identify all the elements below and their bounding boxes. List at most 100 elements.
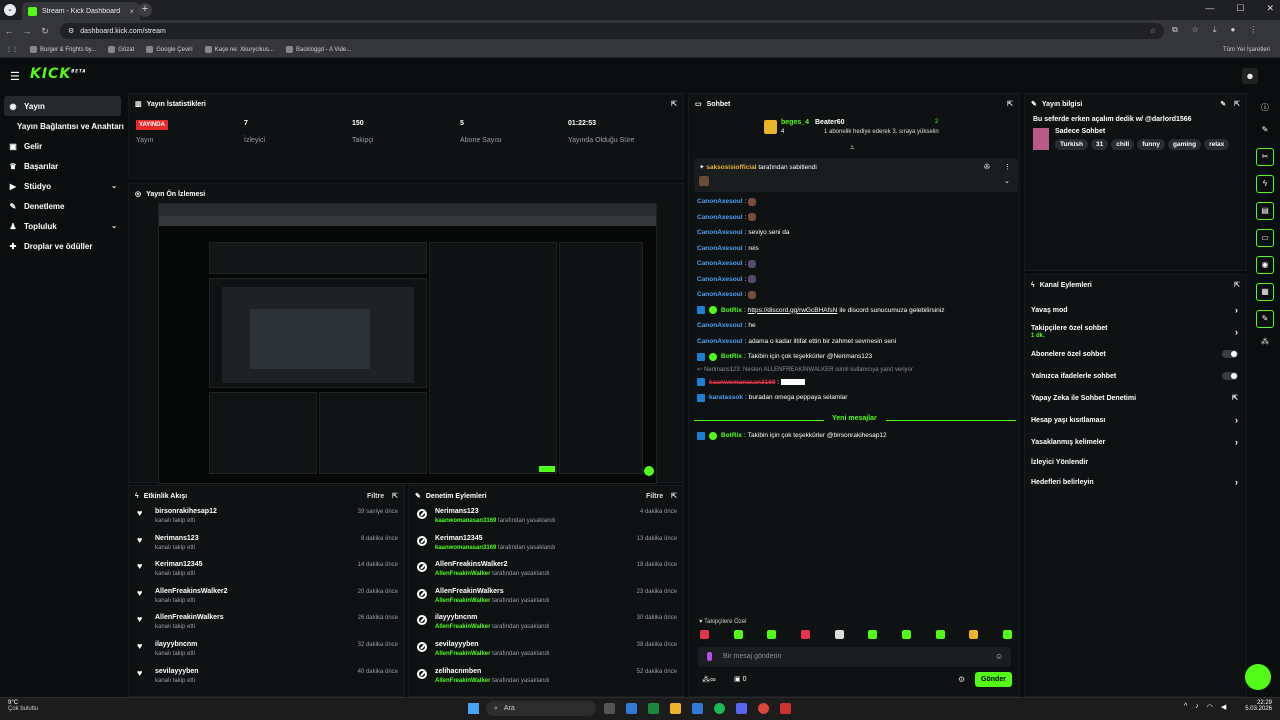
sidebar-item-moderation[interactable]: ✎ Denetleme	[0, 196, 125, 216]
edit-icon[interactable]: ✎	[1220, 100, 1226, 108]
chat-message[interactable]: CanonAxesoul: reis	[697, 241, 1020, 257]
action-goals[interactable]: Hedefleri belirleyin ›	[1025, 471, 1246, 493]
chevron-down-icon[interactable]: ⌄	[111, 182, 117, 190]
bookmark-item[interactable]: Kaçe ne: Xkurycikus...	[204, 46, 274, 53]
toggle-switch[interactable]	[1222, 372, 1238, 380]
extensions-icon[interactable]: ⧉	[1172, 25, 1178, 35]
windows-start-icon[interactable]	[468, 703, 479, 714]
new-tab-button[interactable]: +	[138, 3, 152, 17]
popout-icon[interactable]: ⇱	[1234, 281, 1240, 289]
maximize-icon[interactable]: ☐	[1236, 3, 1244, 14]
clip-icon[interactable]: ✂	[1256, 148, 1274, 166]
sidebar-item-achievements[interactable]: ♛ Başarılar	[0, 156, 125, 176]
address-bar[interactable]: ⚙ dashboard.kick.com/stream ☆	[60, 23, 1164, 39]
broadcast-icon[interactable]: ◉	[1256, 256, 1274, 274]
emote-icon[interactable]	[1002, 630, 1012, 639]
send-button[interactable]: Gönder	[975, 672, 1012, 687]
chat-message[interactable]: CanonAxesoul:	[697, 210, 1020, 226]
more-icon[interactable]: ⁂	[1250, 337, 1280, 346]
bookmark-item[interactable]: Backloggd - A Vide...	[285, 46, 351, 53]
emote-icon[interactable]	[834, 630, 844, 639]
chrome-icon[interactable]	[758, 703, 769, 714]
sidebar-item-stream-key[interactable]: Yayın Bağlantısı ve Anahtarı	[0, 116, 125, 136]
apps-icon[interactable]: ⋮⋮	[6, 46, 18, 53]
infinity-icon[interactable]: ⁂∞	[702, 675, 716, 684]
chevron-down-icon[interactable]: ⌄	[1004, 177, 1010, 185]
back-icon[interactable]: ←	[0, 26, 18, 36]
app-icon[interactable]	[780, 703, 791, 714]
action-slow-mode[interactable]: Yavaş mod ›	[1025, 299, 1246, 321]
wrench-icon[interactable]: ✎	[1256, 310, 1274, 328]
chat-message[interactable]: CanonAxesoul: adama o kadar iltifat etti…	[697, 334, 1020, 350]
action-account-age[interactable]: Hesap yaşı kısıtlaması ›	[1025, 409, 1246, 431]
taskbar-clock[interactable]: 22:29 5.03.2026	[1236, 700, 1272, 712]
bookmark-item[interactable]: Google Çeviri	[146, 46, 193, 53]
minimize-icon[interactable]: —	[1205, 3, 1214, 14]
filter-button[interactable]: Filtre	[646, 493, 663, 500]
all-bookmarks-link[interactable]: Tüm Yer İşaretleri	[1223, 47, 1270, 53]
support-chat-button[interactable]	[1245, 664, 1271, 690]
note-icon[interactable]: ▤	[1256, 202, 1274, 220]
chat-link[interactable]: https://discord.gg/rwGcBHAfsN	[748, 307, 838, 314]
toggle-switch[interactable]	[1222, 350, 1238, 358]
store-icon[interactable]	[692, 703, 703, 714]
spotify-icon[interactable]	[714, 703, 725, 714]
menu-dots-icon[interactable]: ⋮	[1249, 25, 1257, 35]
discord-icon[interactable]	[736, 703, 747, 714]
pinned-message[interactable]: ✦ saksosisiofficial tarafından sabitlend…	[694, 158, 1018, 192]
weather-widget[interactable]: 9°C Çok bulutlu	[8, 700, 38, 712]
emote-icon[interactable]	[901, 630, 911, 639]
action-ai-moderation[interactable]: Yapay Zeka ile Sohbet Denetimi ⇱	[1025, 387, 1246, 409]
action-host[interactable]: İzleyici Yönlendir	[1025, 453, 1246, 471]
chat-message[interactable]: kaanwomanasan3169:	[697, 375, 1020, 391]
bookmark-star-icon[interactable]: ☆	[1150, 27, 1156, 35]
close-window-icon[interactable]: ✕	[1266, 3, 1274, 14]
edit-icon[interactable]: ✎	[1250, 125, 1280, 134]
action-banned-words[interactable]: Yasaklanmış kelimeler ›	[1025, 431, 1246, 453]
popout-icon[interactable]: ⇱	[1007, 100, 1013, 108]
explorer-icon[interactable]	[670, 703, 681, 714]
chat-message[interactable]: BotRix: Takibin için çok teşekkürler @bi…	[697, 428, 887, 444]
user-avatar[interactable]: ☻	[1242, 68, 1258, 84]
emote-icon[interactable]	[800, 630, 810, 639]
wifi-icon[interactable]: ◠	[1207, 703, 1213, 711]
chat-message[interactable]: CanonAxesoul:	[697, 194, 1020, 210]
chat-message[interactable]: CanonAxesoul:	[697, 272, 1020, 288]
expand-icon[interactable]: ⩡	[850, 143, 855, 153]
chat-message[interactable]: CanonAxesoul: seviyo seni da	[697, 225, 1020, 241]
action-followers-only[interactable]: Takipçilere özel sohbet 1 dk. ›	[1025, 321, 1246, 343]
mic-icon[interactable]	[707, 652, 712, 661]
more-icon[interactable]: ⋮	[1004, 163, 1011, 171]
emote-icon[interactable]	[969, 630, 979, 639]
chevron-up-icon[interactable]: ^	[1184, 703, 1187, 711]
site-info-icon[interactable]: ⚙	[68, 27, 74, 35]
popout-icon[interactable]: ⇱	[1234, 100, 1240, 108]
info-icon[interactable]: ⓘ	[1250, 102, 1280, 113]
popout-icon[interactable]: ⇱	[392, 492, 398, 500]
bolt-icon[interactable]: ϟ	[1256, 175, 1274, 193]
profile-icon[interactable]: ●	[1230, 25, 1235, 35]
bookmarks-icon[interactable]: ☆	[1192, 25, 1199, 35]
unpin-icon[interactable]: ✇	[984, 163, 990, 171]
hamburger-menu-icon[interactable]: ☰	[10, 70, 20, 83]
sidebar-item-income[interactable]: ▣ Gelir	[0, 136, 125, 156]
chat-message[interactable]: CanonAxesoul:	[697, 256, 1020, 272]
chat-input[interactable]: Bir mesaj gönderin ☺	[698, 647, 1011, 667]
action-subscribers-only[interactable]: Abonelere özel sohbet	[1025, 343, 1246, 365]
chat-bubble-icon[interactable]: ▭	[1256, 229, 1274, 247]
sidebar-item-drops[interactable]: ✚ Droplar ve ödüller	[0, 236, 125, 256]
bookmark-item[interactable]: Gözat	[108, 46, 134, 53]
chat-message[interactable]: BotRix: https://discord.gg/rwGcBHAfsN il…	[697, 303, 1020, 319]
chat-message[interactable]: CanonAxesoul: he	[697, 318, 1020, 334]
chevron-down-icon[interactable]: ⌄	[111, 222, 117, 230]
edge-icon[interactable]	[626, 703, 637, 714]
emote-icon[interactable]	[767, 630, 777, 639]
emote-icon[interactable]	[935, 630, 945, 639]
reload-icon[interactable]: ↻	[36, 26, 54, 37]
sidebar-item-stream[interactable]: ◉ Yayın	[4, 96, 121, 116]
mic-icon[interactable]: ♪	[1195, 703, 1199, 711]
chat-message[interactable]: karatassok: buradan omega peppaya selaml…	[697, 390, 1020, 406]
points-display[interactable]: ▣ 0	[734, 675, 746, 683]
kick-logo[interactable]: KICKBETA	[30, 66, 86, 82]
emote-icon[interactable]	[733, 630, 743, 639]
